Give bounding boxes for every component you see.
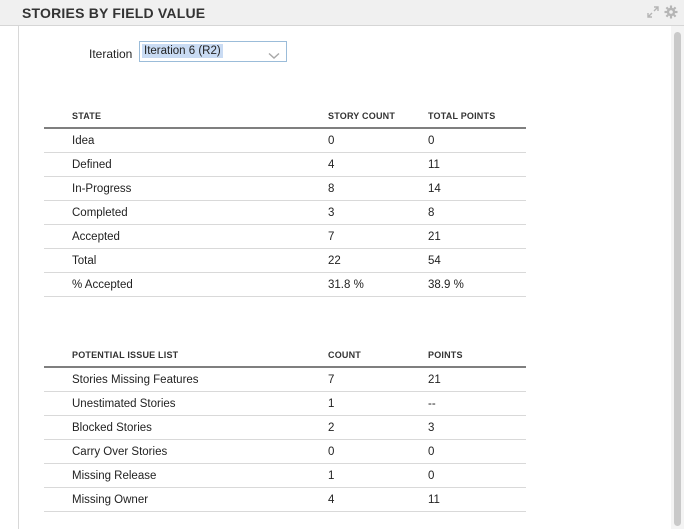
vertical-scrollbar[interactable]: [671, 26, 684, 529]
iteration-label: Iteration: [89, 47, 133, 61]
iteration-selected-value: Iteration 6 (R2): [142, 44, 223, 58]
state-name: Total: [44, 248, 328, 273]
total-points: 8: [428, 200, 526, 225]
column-header-issue: POTENTIAL ISSUE LIST: [44, 344, 328, 368]
issue-name: Blocked Stories: [44, 415, 328, 440]
issue-count: 0: [328, 439, 428, 464]
table-row: Stories Missing Features 7 21: [44, 367, 526, 392]
table-row: Completed 3 8: [44, 200, 526, 225]
total-points: 0: [428, 128, 526, 153]
issue-count: 1: [328, 391, 428, 416]
state-table-header: STATE STORY COUNT TOTAL POINTS: [44, 105, 526, 129]
table-row: % Accepted 31.8 % 38.9 %: [44, 272, 526, 297]
issue-count: 1: [328, 463, 428, 488]
iteration-dropdown[interactable]: Iteration 6 (R2): [139, 41, 287, 62]
scrollbar-thumb[interactable]: [674, 32, 681, 526]
total-points: 54: [428, 248, 526, 273]
table-row: Total 22 54: [44, 248, 526, 273]
issue-points: 21: [428, 367, 526, 392]
table-row: Blocked Stories 2 3: [44, 415, 526, 440]
issue-table-header: POTENTIAL ISSUE LIST COUNT POINTS: [44, 344, 526, 368]
issue-name: Unestimated Stories: [44, 391, 328, 416]
total-points: 38.9 %: [428, 272, 526, 297]
table-row: Defined 4 11: [44, 152, 526, 177]
panel-left-border: [18, 26, 19, 529]
issue-count: 7: [328, 367, 428, 392]
issue-points: 0: [428, 439, 526, 464]
issue-points: 3: [428, 415, 526, 440]
story-count: 0: [328, 128, 428, 153]
story-count: 3: [328, 200, 428, 225]
story-count: 31.8 %: [328, 272, 428, 297]
state-name: Idea: [44, 128, 328, 153]
column-header-total-points: TOTAL POINTS: [428, 105, 526, 129]
state-name: Accepted: [44, 224, 328, 249]
issue-name: Missing Owner: [44, 487, 328, 512]
total-points: 21: [428, 224, 526, 249]
column-header-story-count: STORY COUNT: [328, 105, 428, 129]
state-table: STATE STORY COUNT TOTAL POINTS Idea 0 0 …: [44, 105, 526, 297]
expand-icon[interactable]: [646, 5, 660, 19]
issue-name: Carry Over Stories: [44, 439, 328, 464]
column-header-state: STATE: [44, 105, 328, 129]
issue-table: POTENTIAL ISSUE LIST COUNT POINTS Storie…: [44, 344, 526, 512]
issue-points: 11: [428, 487, 526, 512]
state-name: Defined: [44, 152, 328, 177]
column-header-count: COUNT: [328, 344, 428, 368]
column-header-points: POINTS: [428, 344, 526, 368]
total-points: 14: [428, 176, 526, 201]
story-count: 8: [328, 176, 428, 201]
issue-points: --: [428, 391, 526, 416]
table-row: Unestimated Stories 1 --: [44, 391, 526, 416]
story-count: 22: [328, 248, 428, 273]
issue-points: 0: [428, 463, 526, 488]
state-name: % Accepted: [44, 272, 328, 297]
panel-header: STORIES BY FIELD VALUE: [0, 0, 684, 26]
total-points: 11: [428, 152, 526, 177]
table-row: Missing Release 1 0: [44, 463, 526, 488]
table-row: In-Progress 8 14: [44, 176, 526, 201]
issue-name: Missing Release: [44, 463, 328, 488]
issue-count: 2: [328, 415, 428, 440]
chevron-down-icon: [268, 47, 280, 65]
gear-icon[interactable]: [664, 5, 678, 19]
state-name: In-Progress: [44, 176, 328, 201]
table-row: Missing Owner 4 11: [44, 487, 526, 512]
story-count: 7: [328, 224, 428, 249]
state-name: Completed: [44, 200, 328, 225]
table-row: Carry Over Stories 0 0: [44, 439, 526, 464]
issue-name: Stories Missing Features: [44, 367, 328, 392]
panel-title: STORIES BY FIELD VALUE: [22, 5, 206, 21]
table-row: Idea 0 0: [44, 128, 526, 153]
story-count: 4: [328, 152, 428, 177]
issue-count: 4: [328, 487, 428, 512]
table-row: Accepted 7 21: [44, 224, 526, 249]
